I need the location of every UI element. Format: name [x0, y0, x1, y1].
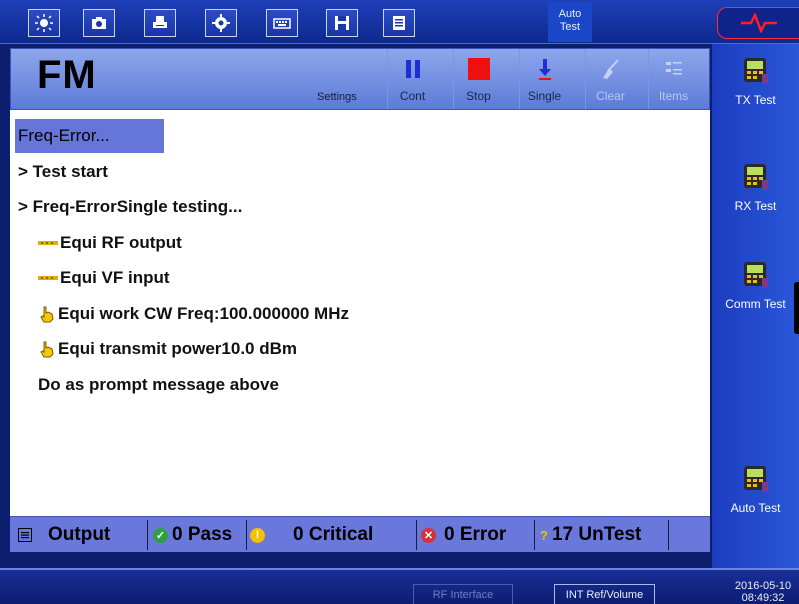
- log-line: Equi VF input: [18, 261, 710, 297]
- mode-header: FM Settings Cont Stop Single Clear Items: [10, 48, 710, 110]
- document-icon: [393, 16, 405, 30]
- pause-icon: [405, 60, 420, 78]
- print-button[interactable]: [144, 9, 176, 37]
- rf-alarm-indicator[interactable]: [717, 7, 799, 39]
- pass-check-icon: ✓: [153, 527, 168, 543]
- auto-test-label-line1: Auto: [558, 8, 582, 20]
- brightness-icon: [35, 14, 53, 32]
- divider: [534, 520, 535, 550]
- brightness-button[interactable]: [28, 9, 60, 37]
- untest-count: ? 17 UnTest: [540, 524, 642, 545]
- critical-warning-icon: !: [250, 527, 265, 543]
- connector-icon: [38, 240, 58, 245]
- divider: [147, 520, 148, 550]
- comm-test-icon: [743, 262, 768, 288]
- critical-count: ! 0 Critical: [250, 517, 373, 553]
- auto-test-label-line2: Test: [559, 21, 581, 33]
- pass-count: ✓ 0 Pass: [153, 517, 232, 553]
- question-icon: ?: [540, 527, 548, 543]
- right-sidebar: TX Test RX Test Comm Test Auto Test: [712, 44, 799, 569]
- time-text: 08:49:32: [741, 592, 785, 604]
- tx-test-button[interactable]: TX Test: [712, 56, 799, 107]
- datetime-display: 2016-05-10 08:49:32: [727, 580, 799, 604]
- single-button[interactable]: Single: [519, 49, 569, 109]
- cont-button[interactable]: Cont: [387, 49, 437, 109]
- output-log: > Test start > Freq-ErrorSingle testing.…: [10, 154, 710, 516]
- divider: [668, 520, 669, 550]
- log-line: Equi RF output: [18, 225, 710, 261]
- stop-label: Stop: [466, 89, 491, 103]
- settings-gear-button[interactable]: [205, 9, 237, 37]
- output-label: Output: [48, 524, 111, 545]
- auto-test-indicator[interactable]: Auto Test: [548, 2, 592, 42]
- log-line: Equi transmit power10.0 dBm: [18, 332, 710, 368]
- top-toolbar: Auto Test: [0, 0, 799, 44]
- settings-link[interactable]: Settings: [317, 91, 357, 103]
- divider: [246, 520, 247, 550]
- print-icon: [153, 16, 167, 28]
- rx-test-button[interactable]: RX Test: [712, 162, 799, 213]
- gear-icon: [212, 14, 230, 32]
- single-label: Single: [527, 89, 562, 103]
- connector-icon: [38, 276, 58, 281]
- clear-button[interactable]: Clear: [585, 49, 635, 109]
- log-line: Do as prompt message above: [38, 374, 279, 394]
- log-line: Equi work CW Freq:100.000000 MHz: [18, 296, 710, 332]
- camera-icon: [92, 17, 106, 29]
- comm-test-button[interactable]: Comm Test: [712, 260, 799, 311]
- log-line: > Test start: [18, 161, 108, 181]
- list-icon: [18, 528, 32, 542]
- auto-test-icon: [743, 466, 768, 492]
- clear-label: Clear: [596, 89, 625, 103]
- rf-interface-button[interactable]: RF Interface: [413, 584, 513, 604]
- keyboard-button[interactable]: [266, 9, 298, 37]
- rx-test-label: RX Test: [734, 199, 777, 213]
- items-button[interactable]: Items: [648, 49, 698, 109]
- stop-icon: [467, 58, 490, 80]
- comm-test-label: Comm Test: [725, 297, 786, 311]
- bottom-bar: RF Interface INT Ref/Volume 2016-05-10 0…: [0, 568, 799, 604]
- auto-test-label: Auto Test: [730, 501, 781, 515]
- date-text: 2016-05-10: [734, 580, 792, 592]
- items-label: Items: [658, 89, 689, 103]
- sidebar-handle[interactable]: [794, 282, 799, 334]
- save-button[interactable]: [326, 9, 358, 37]
- cont-label: Cont: [399, 89, 426, 103]
- divider: [416, 520, 417, 550]
- error-x-icon: ✕: [421, 527, 436, 543]
- int-ref-volume-button[interactable]: INT Ref/Volume: [554, 584, 655, 604]
- error-count: ✕ 0 Error: [421, 517, 506, 553]
- camera-button[interactable]: [83, 9, 115, 37]
- stop-button[interactable]: Stop: [453, 49, 503, 109]
- hand-icon: [40, 341, 54, 358]
- tx-test-label: TX Test: [735, 93, 776, 107]
- tx-test-icon: [743, 58, 768, 84]
- document-button[interactable]: [383, 9, 415, 37]
- list-icon: [665, 62, 682, 75]
- mode-title: FM: [37, 53, 97, 97]
- broom-icon: [602, 59, 619, 79]
- app-window: Auto Test FM Settings Cont Stop Single C…: [0, 0, 799, 604]
- tab-freq-error[interactable]: Freq-Error...: [15, 119, 164, 153]
- hand-icon: [40, 306, 54, 323]
- tab-strip: Freq-Error...: [10, 110, 710, 154]
- auto-test-button[interactable]: Auto Test: [712, 464, 799, 515]
- save-icon: [335, 16, 349, 30]
- single-step-icon: [538, 59, 551, 80]
- output-toggle[interactable]: Output: [18, 517, 110, 553]
- rf-warning-icon: [740, 13, 777, 33]
- rx-test-icon: [743, 164, 768, 190]
- status-bar: Output ✓ 0 Pass ! 0 Critical ✕ 0 Error ?…: [10, 516, 710, 552]
- keyboard-icon: [273, 18, 291, 29]
- log-line: > Freq-ErrorSingle testing...: [18, 197, 243, 217]
